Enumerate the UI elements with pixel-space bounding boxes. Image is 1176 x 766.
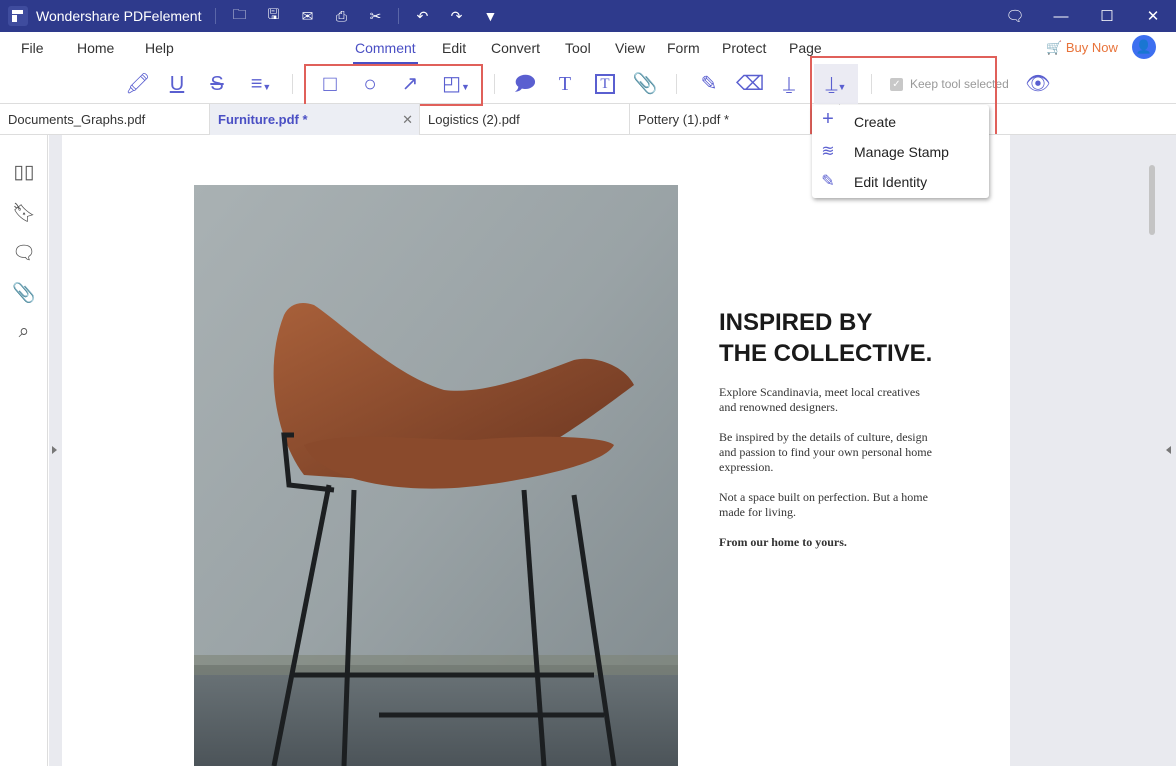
highlight-icon[interactable]: 🖍 xyxy=(125,72,151,96)
pencil-icon[interactable]: ✎ xyxy=(696,72,722,96)
menu-help[interactable]: Help xyxy=(145,40,174,56)
strikethrough-icon[interactable]: S xyxy=(204,72,230,96)
cart-icon: 🛒 xyxy=(1046,40,1063,55)
thumbnails-icon[interactable]: ▯▯ xyxy=(12,161,36,185)
document-viewer: INSPIRED BY THE COLLECTIVE. Explore Scand… xyxy=(49,135,1176,766)
stamp-icon[interactable]: ⍊ xyxy=(776,72,802,96)
pdf-page: INSPIRED BY THE COLLECTIVE. Explore Scand… xyxy=(62,135,1010,766)
expand-left-panel-icon[interactable] xyxy=(52,446,57,454)
menu-item-edit-identity[interactable]: ✎ Edit Identity xyxy=(812,166,989,196)
textbox-icon[interactable]: T xyxy=(595,74,615,94)
document-heading: INSPIRED BY THE COLLECTIVE. xyxy=(719,309,933,367)
close-tab-icon[interactable]: ✕ xyxy=(402,104,413,135)
redo-icon[interactable]: ↷ xyxy=(439,8,473,25)
attachments-icon[interactable]: 📎 xyxy=(12,281,36,305)
eraser-icon[interactable]: ⌫ xyxy=(736,72,764,96)
tab-furniture[interactable]: Furniture.pdf * ✕ xyxy=(210,104,420,135)
left-sidebar: ▯▯ 🔖︎ 🗨 📎 ⌕ xyxy=(0,135,48,766)
tab-pottery[interactable]: Pottery (1).pdf * xyxy=(630,104,840,135)
menu-protect[interactable]: Protect xyxy=(722,40,766,56)
notification-icon[interactable]: 🗨 xyxy=(992,7,1038,25)
bookmark-icon[interactable]: 🔖︎ xyxy=(12,201,36,225)
shape-dropdown-icon[interactable]: ◰▼ xyxy=(438,72,474,96)
rectangle-icon[interactable]: □ xyxy=(317,72,343,96)
print-icon[interactable]: ⎙ xyxy=(324,8,358,25)
menu-view[interactable]: View xyxy=(615,40,645,56)
open-folder-icon[interactable]: 🗀 xyxy=(222,4,256,28)
attachment-icon[interactable]: 📎 xyxy=(632,72,658,96)
menu-form[interactable]: Form xyxy=(667,40,700,56)
search-icon[interactable]: ⌕ xyxy=(12,321,36,345)
paragraph-4: From our home to yours. xyxy=(719,535,847,549)
oval-icon[interactable]: ○ xyxy=(357,72,383,96)
menu-item-create[interactable]: + Create xyxy=(812,106,989,136)
maximize-button[interactable]: ☐ xyxy=(1084,7,1130,25)
layers-icon: ≋ xyxy=(821,143,835,160)
customize-icon[interactable]: ▼ xyxy=(473,8,507,24)
line-style-dropdown-icon[interactable]: ≡▼ xyxy=(244,72,278,96)
minimize-button[interactable]: — xyxy=(1038,8,1084,25)
tab-logistics[interactable]: Logistics (2).pdf xyxy=(420,104,630,135)
paragraph-3: Not a space built on perfection. But a h… xyxy=(719,490,928,519)
vertical-scrollbar[interactable] xyxy=(1149,165,1155,235)
title-bar: Wondershare PDFelement 🗀 🖫 ✉ ⎙ ✂ ↶ ↷ ▼ 🗨… xyxy=(0,0,1176,32)
menu-file[interactable]: File xyxy=(21,40,44,56)
buy-now-link[interactable]: 🛒 Buy Now xyxy=(1046,40,1118,56)
menu-bar: File Home Help Comment Edit Convert Tool… xyxy=(0,32,1176,64)
stamp-dropdown-menu: + Create ≋ Manage Stamp ✎ Edit Identity xyxy=(812,105,989,198)
user-avatar[interactable]: 👤 xyxy=(1132,35,1156,59)
plus-icon: + xyxy=(822,108,834,130)
paragraph-2: Be inspired by the details of culture, d… xyxy=(719,430,932,474)
chair-photo xyxy=(194,185,678,766)
text-icon[interactable]: T xyxy=(552,72,578,96)
document-tabs: Documents_Graphs.pdf Furniture.pdf * ✕ Lo… xyxy=(0,104,1176,135)
undo-icon[interactable]: ↶ xyxy=(405,8,439,25)
save-icon[interactable]: 🖫 xyxy=(256,4,290,28)
eye-icon[interactable]: 👁 xyxy=(1025,72,1051,96)
menu-home[interactable]: Home xyxy=(77,40,114,56)
arrow-icon[interactable]: ↗ xyxy=(397,72,423,96)
underline-icon[interactable]: U xyxy=(164,72,190,96)
mail-icon[interactable]: ✉ xyxy=(290,8,324,25)
close-window-button[interactable]: ✕ xyxy=(1130,7,1176,25)
note-icon[interactable]: 🗩 xyxy=(512,72,538,96)
app-title: Wondershare PDFelement xyxy=(36,8,202,24)
menu-edit[interactable]: Edit xyxy=(442,40,466,56)
paragraph-1: Explore Scandinavia, meet local creative… xyxy=(719,385,920,414)
menu-page[interactable]: Page xyxy=(789,40,822,56)
scissors-icon[interactable]: ✂ xyxy=(358,8,392,25)
edit-pen-icon: ✎ xyxy=(821,173,835,190)
menu-convert[interactable]: Convert xyxy=(491,40,540,56)
comments-icon[interactable]: 🗨 xyxy=(12,241,36,265)
app-logo-icon xyxy=(8,6,28,26)
tab-documents-graphs[interactable]: Documents_Graphs.pdf xyxy=(0,104,210,135)
menu-comment[interactable]: Comment xyxy=(353,40,418,64)
menu-item-manage-stamp[interactable]: ≋ Manage Stamp xyxy=(812,136,989,166)
menu-tool[interactable]: Tool xyxy=(565,40,591,56)
comment-toolbar: 🖍 U S ≡▼ □ ○ ↗ ◰▼ 🗩 T T 📎 ✎ ⌫ ⍊ ⍊▼ ✓ Keep… xyxy=(0,64,1176,106)
expand-right-panel-icon[interactable] xyxy=(1166,446,1171,454)
